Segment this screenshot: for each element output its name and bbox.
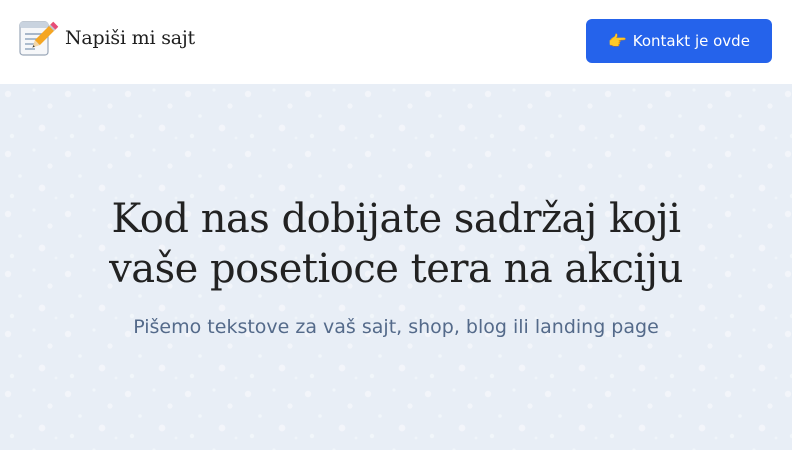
contact-button-label: Kontakt je ovde <box>632 32 750 50</box>
contact-button[interactable]: 👉 Kontakt je ovde <box>586 19 772 63</box>
brand-logo[interactable]: Napiši mi sajt <box>17 17 195 59</box>
hero-section: Kod nas dobijate sadržaj koji vaše poset… <box>0 84 792 450</box>
hero-title-line-2: vaše posetioce tera na akciju <box>109 246 683 292</box>
hero-title-line-1: Kod nas dobijate sadržaj koji <box>111 196 681 242</box>
hero-title: Kod nas dobijate sadržaj koji vaše poset… <box>0 194 792 294</box>
hero-subtitle: Pišemo tekstove za vaš sajt, shop, blog … <box>133 316 659 338</box>
brand-name: Napiši mi sajt <box>65 27 195 49</box>
pointing-hand-icon: 👉 <box>608 33 627 50</box>
site-header: Napiši mi sajt 👉 Kontakt je ovde <box>0 0 792 84</box>
memo-pencil-icon <box>19 21 59 56</box>
